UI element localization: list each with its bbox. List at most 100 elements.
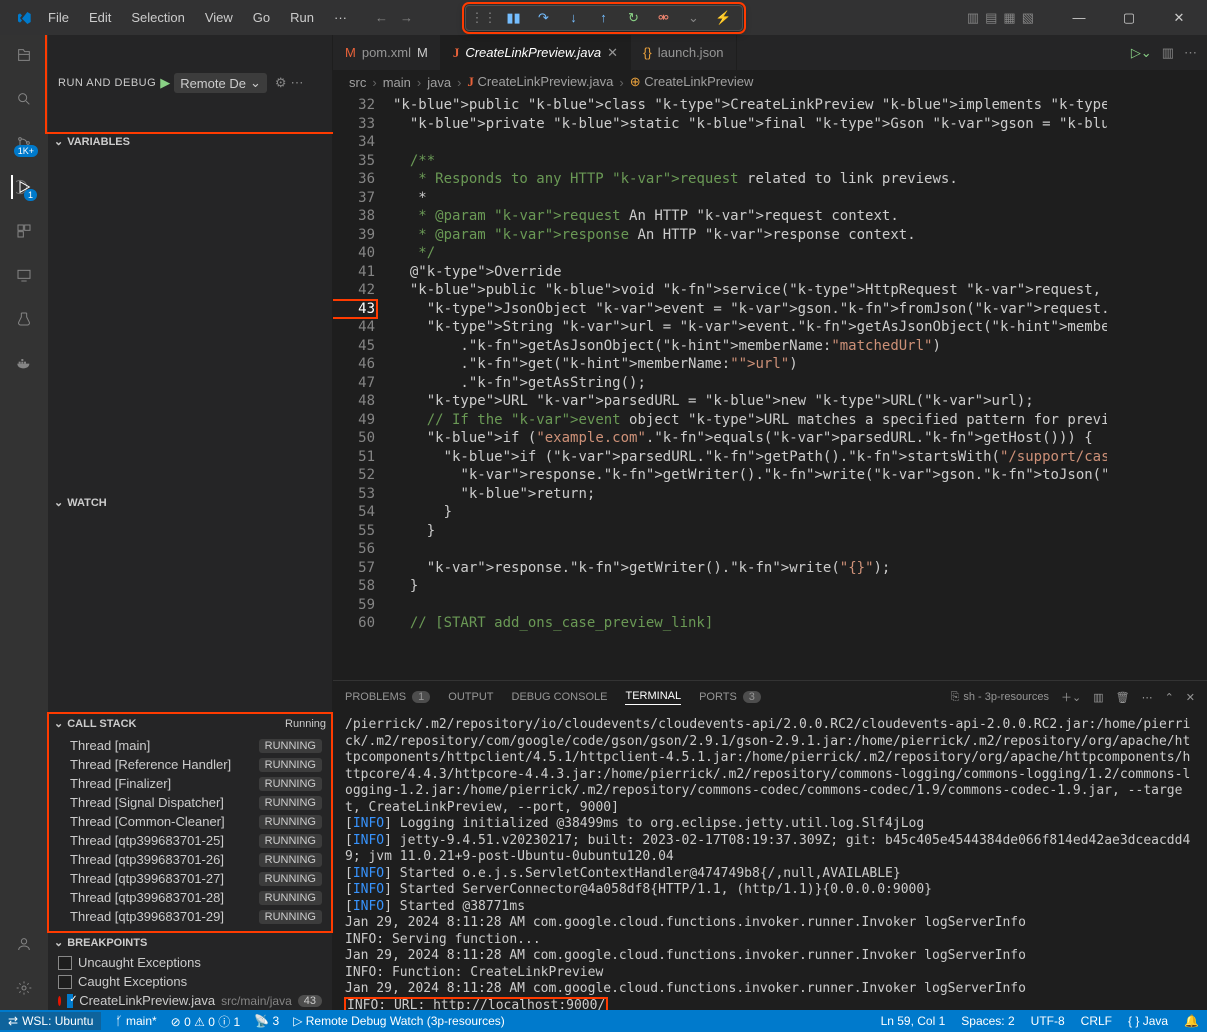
forward-icon[interactable]: → xyxy=(400,10,413,25)
cursor-position[interactable]: Ln 59, Col 1 xyxy=(881,1014,946,1028)
more-icon[interactable]: ⋯ xyxy=(291,75,304,91)
run-icon[interactable]: ▷⌄ xyxy=(1131,45,1152,61)
remote-icon[interactable] xyxy=(12,263,36,287)
menu-run[interactable]: Run xyxy=(282,6,322,29)
breadcrumb-item[interactable]: src xyxy=(349,75,366,90)
layout-icon[interactable]: ▥ xyxy=(967,10,979,26)
eol[interactable]: CRLF xyxy=(1081,1014,1112,1028)
breakpoint-row[interactable]: Caught Exceptions xyxy=(48,972,332,991)
code-content[interactable]: "k-blue">public "k-blue">class "k-type">… xyxy=(393,94,1107,680)
thread-row[interactable]: Thread [Reference Handler]RUNNING xyxy=(48,755,332,774)
pause-icon[interactable]: ▮▮ xyxy=(506,10,522,26)
extensions-icon[interactable] xyxy=(12,219,36,243)
gear-icon[interactable]: ⚙ xyxy=(275,75,287,91)
thread-row[interactable]: Thread [qtp399683701-27]RUNNING xyxy=(48,869,332,888)
play-icon[interactable]: ▶ xyxy=(160,75,170,91)
disconnect-icon[interactable]: ⚮ xyxy=(656,10,672,26)
minimap[interactable] xyxy=(1107,94,1207,680)
tab-CreateLinkPreview.java[interactable]: JCreateLinkPreview.java✕ xyxy=(441,35,631,70)
menu-go[interactable]: Go xyxy=(245,6,278,29)
layout-controls[interactable]: ▥ ▤ ▦ ▧ xyxy=(967,10,1034,26)
account-icon[interactable] xyxy=(12,932,36,956)
thread-row[interactable]: Thread [Finalizer]RUNNING xyxy=(48,774,332,793)
thread-row[interactable]: Thread [qtp399683701-29]RUNNING xyxy=(48,907,332,926)
docker-icon[interactable] xyxy=(12,351,36,375)
close-icon[interactable]: ✕ xyxy=(607,45,618,61)
callstack-header[interactable]: ⌄CALL STACKRunning xyxy=(48,713,332,734)
language-mode[interactable]: { } Java xyxy=(1128,1014,1168,1028)
menu-file[interactable]: File xyxy=(40,6,77,29)
more-icon[interactable]: ⋯ xyxy=(1184,45,1197,61)
panel-tab-problems[interactable]: PROBLEMS1 xyxy=(345,691,430,703)
checkbox[interactable] xyxy=(67,994,73,1008)
menu-selection[interactable]: Selection xyxy=(123,6,192,29)
explorer-icon[interactable] xyxy=(12,43,36,67)
layout-icon[interactable]: ▧ xyxy=(1022,10,1034,26)
testing-icon[interactable] xyxy=(12,307,36,331)
breadcrumb-item[interactable]: main xyxy=(383,75,411,90)
remote-indicator[interactable]: ⇄WSL: Ubuntu xyxy=(0,1012,101,1030)
thread-row[interactable]: Thread [qtp399683701-25]RUNNING xyxy=(48,831,332,850)
layout-icon[interactable]: ▦ xyxy=(1003,10,1015,26)
branch-indicator[interactable]: ᚶ main* xyxy=(115,1014,156,1028)
breakpoints-header[interactable]: ⌄BREAKPOINTS xyxy=(48,932,332,953)
step-into-icon[interactable]: ↓ xyxy=(566,10,582,26)
menu-···[interactable]: ··· xyxy=(326,6,355,29)
indentation[interactable]: Spaces: 2 xyxy=(961,1014,1014,1028)
chevron-down-icon[interactable]: ⌄ xyxy=(686,10,702,26)
breadcrumb-item[interactable]: ⊕ CreateLinkPreview xyxy=(630,74,754,90)
checkbox[interactable] xyxy=(58,975,72,989)
maximize-icon[interactable]: ▢ xyxy=(1109,10,1149,26)
scm-icon[interactable]: 1K+ xyxy=(12,131,36,155)
more-icon[interactable]: ⋯ xyxy=(1142,691,1153,704)
terminal-content[interactable]: /pierrick/.m2/repository/io/cloudevents/… xyxy=(333,713,1207,1010)
watch-header[interactable]: ⌄WATCH xyxy=(48,492,332,513)
debug-status[interactable]: ▷ Remote Debug Watch (3p-resources) xyxy=(293,1014,505,1028)
encoding[interactable]: UTF-8 xyxy=(1031,1014,1065,1028)
menu-edit[interactable]: Edit xyxy=(81,6,119,29)
breadcrumb[interactable]: src›main›java›J CreateLinkPreview.java›⊕… xyxy=(333,70,1207,94)
restart-icon[interactable]: ↻ xyxy=(626,10,642,26)
close-icon[interactable]: ✕ xyxy=(1159,10,1199,26)
gutter[interactable]: 3233343536373839404142434445464748495051… xyxy=(333,94,393,680)
breadcrumb-item[interactable]: J CreateLinkPreview.java xyxy=(467,74,613,90)
trash-icon[interactable]: 🗑 xyxy=(1116,691,1130,704)
split-terminal-icon[interactable]: ▥ xyxy=(1093,691,1103,704)
code-editor[interactable]: 3233343536373839404142434445464748495051… xyxy=(333,94,1207,680)
terminal-selector[interactable]: ⎘sh - 3p-resources xyxy=(951,691,1049,704)
panel-tab-ports[interactable]: PORTS3 xyxy=(699,691,761,703)
checkbox[interactable] xyxy=(58,956,72,970)
breakpoint-row[interactable]: CreateLinkPreview.javasrc/main/java 43 xyxy=(48,991,332,1010)
drag-handle-icon[interactable]: ⋮⋮ xyxy=(476,10,492,26)
close-icon[interactable]: ✕ xyxy=(1186,691,1195,704)
step-out-icon[interactable]: ↑ xyxy=(596,10,612,26)
panel-tab-terminal[interactable]: TERMINAL xyxy=(625,690,681,705)
panel-tab-output[interactable]: OUTPUT xyxy=(448,691,493,703)
panel-tab-debug console[interactable]: DEBUG CONSOLE xyxy=(512,691,608,703)
debug-icon-active[interactable]: 1 xyxy=(11,175,35,199)
notifications-icon[interactable]: 🔔 xyxy=(1184,1014,1199,1028)
search-icon[interactable] xyxy=(12,87,36,111)
problems-indicator[interactable]: ⊘ 0 ⚠ 0 ⓘ 1 xyxy=(171,1013,241,1030)
tab-launch.json[interactable]: {}launch.json xyxy=(631,35,736,70)
breadcrumb-item[interactable]: java xyxy=(427,75,451,90)
thread-row[interactable]: Thread [Signal Dispatcher]RUNNING xyxy=(48,793,332,812)
thread-row[interactable]: Thread [qtp399683701-28]RUNNING xyxy=(48,888,332,907)
minimize-icon[interactable]: — xyxy=(1059,10,1099,25)
menu-view[interactable]: View xyxy=(197,6,241,29)
step-over-icon[interactable]: ↷ xyxy=(536,10,552,26)
add-terminal-icon[interactable]: ＋⌄ xyxy=(1061,689,1081,705)
settings-icon[interactable] xyxy=(12,976,36,1000)
ports-indicator[interactable]: 📡 3 xyxy=(254,1014,279,1028)
thread-row[interactable]: Thread [main]RUNNING xyxy=(48,736,332,755)
variables-header[interactable]: ⌄VARIABLES xyxy=(48,131,332,152)
back-icon[interactable]: ← xyxy=(375,10,388,25)
debug-config-select[interactable]: Remote De⌄ xyxy=(174,73,267,93)
nav-arrows[interactable]: ← → xyxy=(375,10,413,25)
split-icon[interactable]: ▥ xyxy=(1162,45,1174,61)
thread-row[interactable]: Thread [qtp399683701-26]RUNNING xyxy=(48,850,332,869)
breakpoint-row[interactable]: Uncaught Exceptions xyxy=(48,953,332,972)
tab-pom.xml[interactable]: Mpom.xmlM xyxy=(333,35,441,70)
layout-icon[interactable]: ▤ xyxy=(985,10,997,26)
thread-row[interactable]: Thread [Common-Cleaner]RUNNING xyxy=(48,812,332,831)
